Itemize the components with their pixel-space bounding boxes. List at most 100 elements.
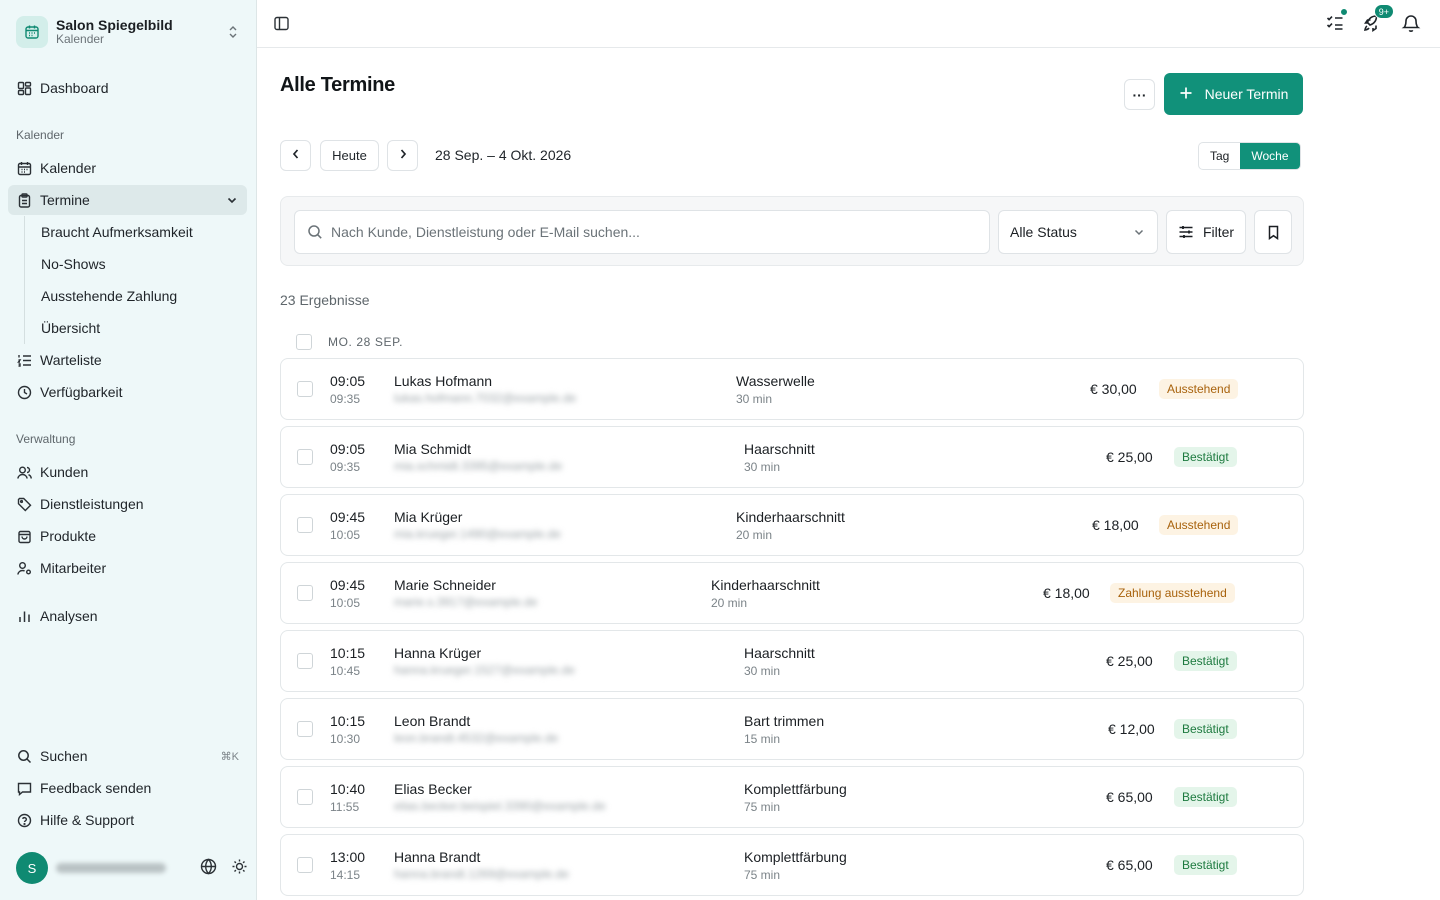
appointment-row[interactable]: 10:15 10:30 Leon Brandt leon.brandt.4532…	[280, 698, 1304, 760]
service-name: Bart trimmen	[744, 713, 825, 729]
row-checkbox[interactable]	[297, 585, 313, 601]
sun-icon[interactable]	[231, 858, 248, 878]
checklist-icon[interactable]	[1324, 7, 1349, 34]
org-name: Salon Spiegelbild	[56, 17, 173, 34]
sidebar-item-products[interactable]: Produkte	[8, 521, 247, 551]
layout-grid-icon	[16, 80, 32, 96]
sidebar-item-analytics[interactable]: Analysen	[8, 601, 247, 631]
appointment-list: 09:05 09:35 Lukas Hofmann lukas.hofmann.…	[280, 358, 1304, 900]
sidebar-subitem-no-shows[interactable]: No-Shows	[33, 250, 247, 278]
row-checkbox[interactable]	[297, 517, 313, 533]
sidebar-item-customers[interactable]: Kunden	[8, 457, 247, 487]
status-badge: Bestätigt	[1174, 651, 1237, 671]
view-day-button[interactable]: Tag	[1199, 143, 1240, 169]
customer-email: hanna.krueger.1527@example.de	[394, 663, 575, 677]
row-checkbox[interactable]	[297, 789, 313, 805]
appointment-row[interactable]: 09:45 10:05 Marie Schneider marie.s.3917…	[280, 562, 1304, 624]
sidebar-item-availability[interactable]: Verfügbarkeit	[8, 377, 247, 407]
service-duration: 30 min	[744, 664, 781, 678]
appointment-row[interactable]: 13:00 14:15 Hanna Brandt hanna.brandt.12…	[280, 834, 1304, 896]
sidebar-item-label: Termine	[40, 192, 90, 208]
user-menu[interactable]: S	[16, 852, 248, 884]
appointment-row[interactable]: 09:05 09:35 Lukas Hofmann lukas.hofmann.…	[280, 358, 1304, 420]
calendar-icon	[16, 160, 32, 176]
status-badge: Ausstehend	[1159, 379, 1239, 399]
org-switcher[interactable]: Salon Spiegelbild Kalender	[8, 8, 248, 56]
sidebar-item-services[interactable]: Dienstleistungen	[8, 489, 247, 519]
row-checkbox[interactable]	[297, 857, 313, 873]
end-time: 09:35	[330, 460, 361, 474]
sidebar-item-label: Produkte	[40, 528, 97, 544]
service-name: Kinderhaarschnitt	[711, 577, 820, 593]
search-icon	[16, 748, 32, 764]
date-range: 28 Sep. – 4 Okt. 2026	[435, 147, 572, 163]
row-checkbox[interactable]	[297, 721, 313, 737]
status-select[interactable]: Alle Status	[998, 210, 1158, 254]
new-appointment-button[interactable]: Neuer Termin	[1164, 73, 1303, 115]
org-subtitle: Kalender	[56, 32, 105, 47]
row-checkbox[interactable]	[297, 381, 313, 397]
chevron-right-icon	[396, 147, 410, 164]
sidebar-item-appointments[interactable]: Termine	[8, 185, 247, 215]
sidebar-item-calendar[interactable]: Kalender	[8, 153, 247, 183]
clock-icon	[16, 384, 32, 400]
rocket-icon[interactable]: 9+	[1362, 4, 1394, 34]
sidebar-item-label: Verfügbarkeit	[40, 384, 123, 400]
price: € 25,00	[1106, 449, 1153, 465]
status-badge: Ausstehend	[1159, 515, 1239, 535]
bar-chart-icon	[16, 608, 32, 624]
row-checkbox[interactable]	[297, 653, 313, 669]
appointment-row[interactable]: 09:05 09:35 Mia Schmidt mia.schmidt.3395…	[280, 426, 1304, 488]
appointment-row[interactable]: 09:45 10:05 Mia Krüger mia.krueger.1490@…	[280, 494, 1304, 556]
status-badge: Bestätigt	[1174, 855, 1237, 875]
filter-button[interactable]: Filter	[1166, 210, 1246, 254]
end-time: 10:05	[330, 528, 361, 542]
price: € 65,00	[1106, 789, 1153, 805]
customer-email: lukas.hofmann.7032@example.de	[394, 391, 577, 405]
sidebar-item-label: Warteliste	[40, 352, 102, 368]
appointment-row[interactable]: 10:15 10:45 Hanna Krüger hanna.krueger.1…	[280, 630, 1304, 692]
sidebar-item-feedback[interactable]: Feedback senden	[8, 773, 247, 803]
sidebar-subitem-overview[interactable]: Übersicht	[33, 314, 247, 342]
select-day-checkbox[interactable]	[296, 334, 312, 350]
appointment-row[interactable]: 10:40 11:55 Elias Becker elias.becker.be…	[280, 766, 1304, 828]
start-time: 09:45	[330, 577, 366, 593]
saved-filters-button[interactable]	[1254, 210, 1292, 254]
sidebar-item-label: Dashboard	[40, 80, 109, 96]
sidebar-item-help[interactable]: Hilfe & Support	[8, 805, 247, 835]
list-ordered-icon	[16, 352, 32, 368]
row-checkbox[interactable]	[297, 449, 313, 465]
price: € 18,00	[1092, 517, 1139, 533]
view-week-button[interactable]: Woche	[1240, 143, 1300, 169]
sidebar-item-waitlist[interactable]: Warteliste	[8, 345, 247, 375]
sidebar-item-dashboard[interactable]: Dashboard	[8, 73, 247, 103]
price: € 30,00	[1090, 381, 1137, 397]
end-time: 09:35	[330, 392, 361, 406]
sidebar-item-search[interactable]: Suchen ⌘K	[8, 741, 247, 771]
help-circle-icon	[16, 812, 32, 828]
search-field[interactable]	[294, 210, 990, 254]
prev-week-button[interactable]	[280, 140, 311, 171]
keyboard-shortcut: ⌘K	[220, 750, 239, 763]
sidebar-subitem-pending-payment[interactable]: Ausstehende Zahlung	[33, 282, 247, 310]
customer-email: mia.schmidt.3395@example.de	[394, 459, 563, 473]
panel-left-icon[interactable]	[273, 15, 291, 33]
sidebar-item-label: Suchen	[40, 748, 88, 764]
next-week-button[interactable]	[387, 140, 418, 171]
sidebar-subitem-needs-attention[interactable]: Braucht Aufmerksamkeit	[33, 218, 247, 246]
page-title: Alle Termine	[280, 74, 395, 96]
end-time: 14:15	[330, 868, 361, 882]
calendar-logo-icon	[16, 16, 48, 48]
customer-email: hanna.brandt.1269@example.de	[394, 867, 569, 881]
more-options-button[interactable]: ···	[1124, 79, 1155, 110]
bell-icon[interactable]	[1400, 12, 1422, 34]
search-input[interactable]	[331, 224, 971, 240]
day-label: MO. 28 SEP.	[328, 335, 404, 349]
sidebar-item-label: Mitarbeiter	[40, 560, 107, 576]
today-button[interactable]: Heute	[320, 140, 379, 171]
status-badge: Bestätigt	[1174, 787, 1237, 807]
view-toggle: Tag Woche	[1198, 142, 1301, 170]
service-name: Komplettfärbung	[744, 849, 847, 865]
sidebar-item-staff[interactable]: Mitarbeiter	[8, 553, 247, 583]
globe-icon[interactable]	[200, 858, 217, 878]
